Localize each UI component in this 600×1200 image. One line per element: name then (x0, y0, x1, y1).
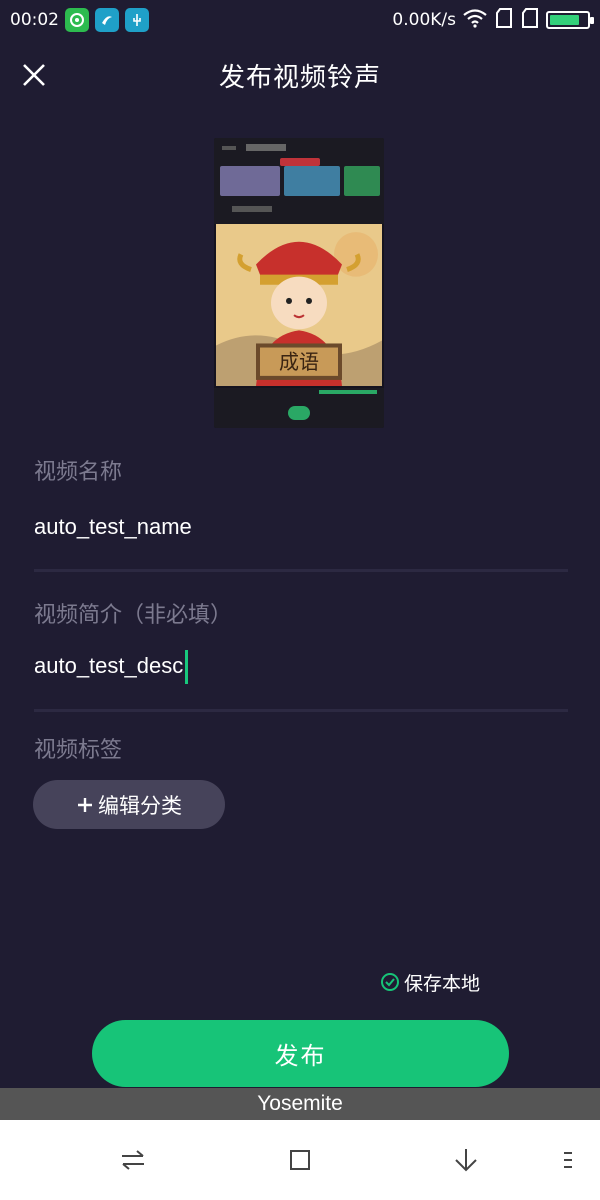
status-left: 00:02 (10, 8, 149, 32)
toast-bar: Yosemite (0, 1088, 600, 1120)
check-circle-icon (381, 973, 399, 991)
page-title: 发布视频铃声 (218, 62, 381, 93)
battery-icon (546, 11, 594, 29)
square-icon (290, 1150, 310, 1170)
save-local-label: 保存本地 (404, 972, 481, 995)
battery-level (550, 15, 579, 25)
video-description-label: 视频简介（非必填） (34, 603, 233, 628)
close-icon (23, 64, 45, 86)
video-tags-label: 视频标签 (34, 738, 123, 763)
wifi-icon (462, 8, 488, 33)
thumbnail-artwork: 成语 (216, 224, 382, 386)
down-arrow-icon (455, 1149, 477, 1172)
video-name-label: 视频名称 (34, 460, 123, 485)
video-description-input[interactable]: auto_test_desc (34, 650, 189, 684)
toast-text: Yosemite (257, 1092, 343, 1115)
back-button[interactable] (446, 1142, 486, 1178)
menu-icon (564, 1152, 572, 1168)
status-bar: 00:02 0.00K/s (0, 0, 600, 40)
close-button[interactable] (16, 57, 52, 93)
text-cursor (185, 650, 189, 684)
switch-app-button[interactable] (113, 1142, 153, 1178)
thumbnail-app-footer (214, 388, 384, 428)
app-icon (95, 8, 119, 32)
usb-icon (125, 8, 149, 32)
plus-icon (78, 797, 92, 812)
divider (34, 709, 568, 712)
video-name-input[interactable]: auto_test_name (34, 514, 192, 540)
video-description-value: auto_test_desc (34, 652, 184, 678)
divider (34, 569, 568, 572)
wechat-icon (65, 8, 89, 32)
menu-button[interactable] (548, 1142, 588, 1178)
save-local-checkbox[interactable]: 保存本地 (380, 968, 480, 996)
thumbnail-artwork-text: 成语 (279, 350, 319, 374)
video-thumbnail[interactable]: 成语 (214, 138, 384, 428)
sim-icon (494, 7, 514, 34)
switch-icon (122, 1150, 144, 1170)
network-speed: 0.00K/s (392, 10, 456, 30)
header: 发布视频铃声 (0, 44, 600, 106)
publish-button[interactable]: 发布 (92, 1020, 509, 1087)
publish-label: 发布 (274, 1042, 327, 1070)
home-button[interactable] (280, 1142, 320, 1178)
sim-icon (520, 7, 540, 34)
edit-tags-button[interactable]: 编辑分类 (33, 780, 225, 829)
status-time: 00:02 (10, 10, 59, 30)
status-right: 0.00K/s (392, 7, 594, 34)
system-nav-bar (0, 1120, 600, 1200)
edit-tags-label: 编辑分类 (98, 793, 182, 818)
thumbnail-app-header (214, 138, 384, 224)
